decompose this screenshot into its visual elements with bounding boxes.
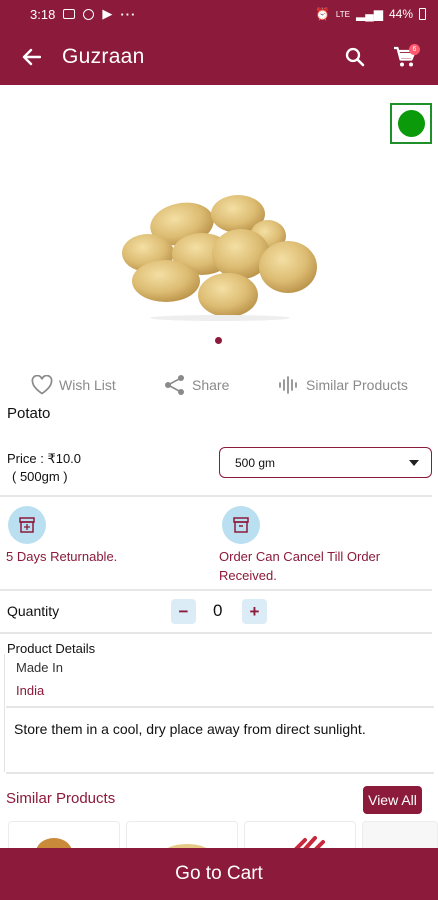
similar-products-title: Similar Products bbox=[6, 790, 116, 807]
divider bbox=[0, 632, 432, 634]
battery-level: 44% bbox=[388, 7, 413, 21]
app-bar: Guzraan 6 bbox=[0, 28, 438, 85]
product-name: Potato bbox=[7, 405, 51, 422]
network-label: LTE bbox=[335, 9, 350, 19]
cart-button[interactable]: 6 bbox=[380, 28, 430, 85]
cancel-policy-text: Order Can Cancel Till Order Received. bbox=[219, 547, 380, 585]
veg-indicator bbox=[390, 103, 432, 144]
product-actions: Wish List Share Similar Products bbox=[0, 372, 438, 398]
price-block: Price : ₹10.0 ( 500gm ) bbox=[7, 450, 81, 486]
go-to-cart-button[interactable]: Go to Cart bbox=[0, 848, 438, 900]
wishlist-button[interactable]: Wish List bbox=[31, 375, 116, 395]
divider bbox=[6, 706, 434, 708]
status-bar: 3:18 ▶ ··· ⏰ LTE ▂▄▆ 44% bbox=[0, 0, 438, 28]
heart-icon bbox=[31, 375, 53, 395]
made-in-label: Made In bbox=[16, 660, 63, 675]
cancel-icon-badge bbox=[222, 506, 260, 544]
overflow-indicator: ··· bbox=[120, 6, 137, 22]
cancel-policy-line1: Order Can Cancel Till Order bbox=[219, 549, 381, 564]
price-unit: ( 500gm ) bbox=[12, 469, 68, 484]
equalizer-icon bbox=[279, 376, 297, 394]
product-image[interactable] bbox=[118, 188, 322, 322]
product-details-heading: Product Details bbox=[7, 641, 96, 656]
similar-products-button[interactable]: Similar Products bbox=[278, 375, 408, 395]
weight-selected: 500 gm bbox=[235, 455, 276, 470]
alarm-icon: ⏰ bbox=[314, 7, 330, 21]
whatsapp-icon bbox=[83, 8, 95, 20]
product-description: Store them in a cool, dry place away fro… bbox=[14, 721, 366, 737]
app-title: Guzraan bbox=[62, 44, 145, 68]
share-button[interactable]: Share bbox=[164, 374, 229, 396]
veg-dot bbox=[397, 110, 425, 137]
wishlist-label: Wish List bbox=[59, 377, 116, 393]
status-time: 3:18 bbox=[30, 6, 56, 22]
divider bbox=[6, 772, 434, 774]
battery-icon bbox=[419, 8, 426, 20]
returnable-icon-badge bbox=[8, 506, 46, 544]
divider bbox=[0, 495, 432, 497]
cancel-policy-line2: Received. bbox=[219, 568, 277, 583]
details-card bbox=[4, 654, 434, 772]
caret-down-icon bbox=[409, 459, 419, 466]
search-icon bbox=[345, 47, 365, 66]
search-button[interactable] bbox=[330, 28, 380, 85]
quantity-decrement-button[interactable]: − bbox=[171, 599, 196, 624]
price-value: Price : ₹10.0 bbox=[7, 451, 82, 466]
back-button[interactable] bbox=[0, 28, 62, 85]
quantity-value: 0 bbox=[213, 601, 223, 620]
carousel-indicator[interactable] bbox=[215, 337, 222, 344]
cancel-box-icon bbox=[233, 517, 249, 533]
weight-dropdown[interactable]: 500 gm bbox=[219, 447, 432, 478]
returnable-text: 5 Days Returnable. bbox=[6, 549, 118, 564]
view-all-button[interactable]: View All bbox=[363, 786, 422, 814]
divider bbox=[0, 589, 432, 591]
quantity-increment-button[interactable]: + bbox=[242, 599, 267, 624]
quantity-label: Quantity bbox=[7, 603, 60, 619]
signal-icon: ▂▄▆ bbox=[356, 7, 383, 21]
cart-count-badge: 6 bbox=[409, 44, 420, 55]
arrow-left-icon bbox=[22, 48, 41, 65]
similar-products-label: Similar Products bbox=[306, 377, 408, 393]
gallery-icon bbox=[63, 9, 76, 19]
share-icon bbox=[165, 375, 184, 395]
share-label: Share bbox=[192, 377, 230, 393]
return-box-icon bbox=[19, 517, 35, 533]
made-in-value: India bbox=[16, 683, 45, 698]
play-icon: ▶ bbox=[102, 6, 113, 21]
